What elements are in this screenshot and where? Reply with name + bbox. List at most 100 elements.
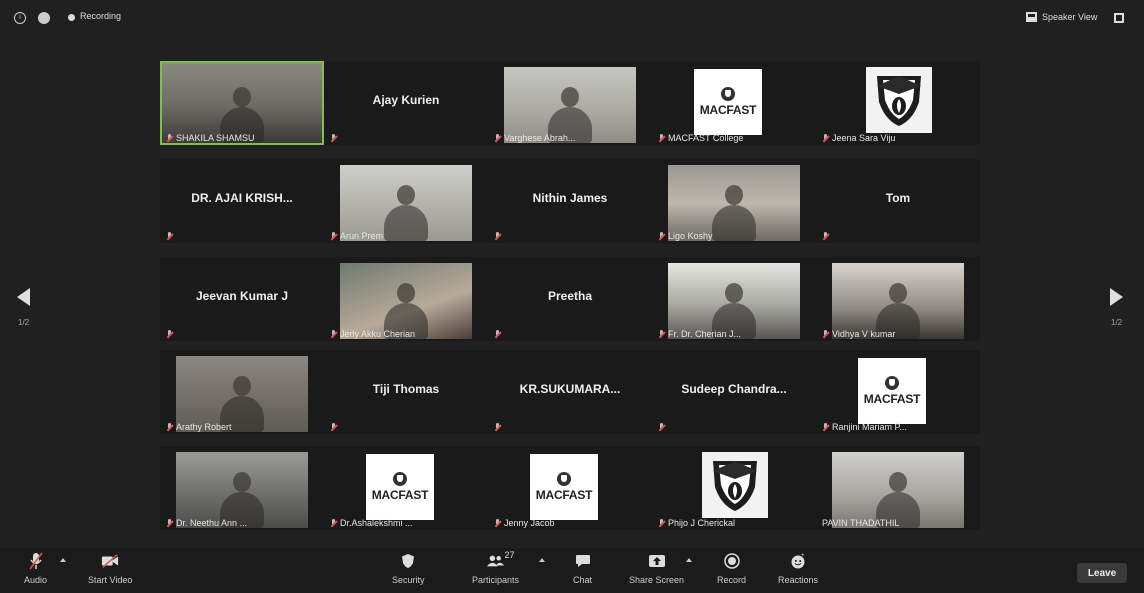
- participant-tile[interactable]: MACFAST MACFAST College: [652, 61, 816, 145]
- participant-tile[interactable]: Jeena Sara Viju: [816, 61, 980, 145]
- participant-tile[interactable]: DR. AJAI KRISH...: [160, 159, 324, 243]
- muted-microphone-icon: [166, 422, 173, 432]
- start-video-label: Start Video: [88, 575, 133, 585]
- page-indicator-left: 1/2: [18, 318, 30, 327]
- participant-video: [340, 165, 472, 241]
- macfast-logo: MACFAST: [858, 358, 926, 424]
- college-shield-logo: [702, 452, 768, 518]
- muted-microphone-icon: [166, 518, 173, 528]
- participant-label: Varghese Abrah...: [494, 133, 575, 143]
- muted-microphone-icon: [822, 133, 829, 143]
- macfast-logo-text: MACFAST: [535, 488, 593, 502]
- participant-tile[interactable]: Jerly Akku Cherian: [324, 257, 488, 341]
- leave-button[interactable]: Leave: [1077, 563, 1127, 583]
- arrow-right-icon: [1110, 288, 1123, 306]
- security-shield-icon: [399, 552, 417, 570]
- muted-microphone-icon: [822, 422, 829, 432]
- record-button[interactable]: Record: [717, 552, 746, 585]
- participant-video: [668, 263, 800, 339]
- share-screen-icon: [648, 552, 666, 570]
- participant-name: Jeena Sara Viju: [832, 133, 896, 143]
- participant-label: Jeena Sara Viju: [822, 133, 895, 143]
- participant-video: [176, 452, 308, 528]
- participant-label: Vidhya V kumar: [822, 329, 895, 339]
- participant-tile[interactable]: PAVIN THADATHIL: [816, 446, 980, 530]
- participant-tile[interactable]: MACFAST Dr.Ashalekshmi ...: [324, 446, 488, 530]
- participant-tile[interactable]: Tiji Thomas: [324, 350, 488, 434]
- participant-label: [494, 423, 501, 432]
- participant-video: [504, 67, 636, 143]
- participant-label: Jerly Akku Cherian: [330, 329, 415, 339]
- arrow-left-icon: [17, 288, 30, 306]
- chat-button[interactable]: Chat: [573, 552, 592, 585]
- participant-tile[interactable]: Tom: [816, 159, 980, 243]
- participant-tile[interactable]: KR.SUKUMARA...: [488, 350, 652, 434]
- participants-options-chevron-icon[interactable]: [539, 558, 545, 562]
- participant-video: [668, 165, 800, 241]
- reactions-button[interactable]: + Reactions: [778, 552, 818, 585]
- participant-silhouette: [384, 185, 428, 241]
- participant-name: Jerly Akku Cherian: [340, 329, 416, 339]
- participant-tile[interactable]: Phijo J Cherickal: [652, 446, 816, 530]
- participant-tile[interactable]: Preetha: [488, 257, 652, 341]
- security-button[interactable]: Security: [392, 552, 425, 585]
- muted-microphone-icon: [166, 330, 173, 339]
- muted-microphone-icon: [494, 330, 501, 339]
- participant-tile[interactable]: MACFAST Jenny Jacob: [488, 446, 652, 530]
- muted-microphone-icon: [330, 231, 337, 241]
- share-screen-options-chevron-icon[interactable]: [686, 558, 692, 562]
- participant-tile[interactable]: Arathy Robert: [160, 350, 324, 434]
- reactions-label: Reactions: [778, 575, 819, 585]
- participant-name: Arun Prem: [340, 231, 384, 241]
- participant-name-display: KR.SUKUMARA...: [519, 382, 621, 396]
- muted-microphone-icon: [822, 329, 829, 339]
- audio-label: Audio: [24, 575, 48, 585]
- participant-tile[interactable]: Ajay Kurien: [324, 61, 488, 145]
- participant-label: Arun Prem: [330, 231, 383, 241]
- macfast-logo-text: MACFAST: [863, 392, 921, 406]
- participant-tile[interactable]: Jeevan Kumar J: [160, 257, 324, 341]
- participant-label: [166, 330, 173, 339]
- reactions-smiley-icon: +: [789, 552, 807, 570]
- participant-label: Phijo J Cherickal: [658, 518, 735, 528]
- participant-tile[interactable]: Arun Prem: [324, 159, 488, 243]
- participant-name: Vidhya V kumar: [832, 329, 896, 339]
- participant-label: PAVIN THADATHIL: [822, 518, 899, 528]
- muted-microphone-icon: [658, 423, 665, 432]
- participant-tile[interactable]: Ligo Koshy: [652, 159, 816, 243]
- participants-button[interactable]: 27 Participants: [472, 550, 519, 585]
- audio-options-chevron-icon[interactable]: [60, 558, 66, 562]
- participant-label: [166, 232, 173, 241]
- muted-microphone-icon: [330, 134, 337, 143]
- record-label: Record: [717, 575, 747, 585]
- participant-name-display: Nithin James: [532, 191, 608, 205]
- participant-label: [494, 232, 501, 241]
- participant-label: Dr.Ashalekshmi ...: [330, 518, 413, 528]
- participant-tile[interactable]: Varghese Abrah...: [488, 61, 652, 145]
- participants-count: 27: [504, 550, 515, 560]
- share-screen-button[interactable]: Share Screen: [629, 552, 684, 585]
- participant-name-display: Ajay Kurien: [372, 93, 440, 107]
- participant-tile[interactable]: Sudeep Chandra...: [652, 350, 816, 434]
- participant-video: [832, 452, 964, 528]
- participant-label: [330, 423, 337, 432]
- participant-name-display: Jeevan Kumar J: [195, 289, 289, 303]
- previous-page-button[interactable]: 1/2: [17, 288, 31, 327]
- participant-tile[interactable]: SHAKILA SHAMSU: [160, 61, 324, 145]
- participant-name-display: Tom: [885, 191, 911, 205]
- participant-tile[interactable]: Vidhya V kumar: [816, 257, 980, 341]
- microphone-muted-icon: [27, 552, 45, 570]
- audio-button[interactable]: Audio: [24, 552, 47, 585]
- participant-silhouette: [712, 185, 756, 241]
- participant-label: Arathy Robert: [166, 422, 232, 432]
- muted-microphone-icon: [166, 232, 173, 241]
- participant-tile[interactable]: MACFAST Ranjini Mariam P...: [816, 350, 980, 434]
- next-page-button[interactable]: 1/2: [1110, 288, 1124, 327]
- participant-tile[interactable]: Fr. Dr. Cherian J...: [652, 257, 816, 341]
- security-label: Security: [392, 575, 425, 585]
- start-video-button[interactable]: Start Video: [88, 552, 132, 585]
- muted-microphone-icon: [494, 133, 501, 143]
- participant-name-display: DR. AJAI KRISH...: [191, 191, 293, 205]
- participant-tile[interactable]: Nithin James: [488, 159, 652, 243]
- participant-tile[interactable]: Dr. Neethu Ann ...: [160, 446, 324, 530]
